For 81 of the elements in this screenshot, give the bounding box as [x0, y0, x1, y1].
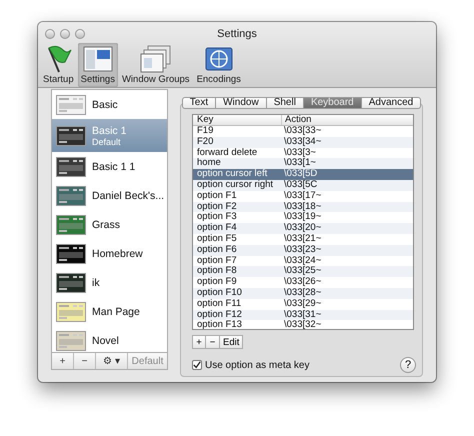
action-cell-text: \033[24~ — [283, 256, 322, 266]
key-cell-text: option F7 — [196, 256, 238, 266]
checkmark-icon — [193, 360, 201, 370]
action-cell-text: \033[19~ — [283, 212, 322, 223]
key-cell-text: option F8 — [196, 266, 238, 277]
key-cell-text: option F2 — [196, 202, 238, 212]
add-button[interactable]: + — [52, 353, 74, 369]
key-cell-text: option F11 — [196, 298, 242, 310]
remove-button[interactable]: − — [74, 353, 96, 369]
default-label: Default — [92, 136, 122, 146]
profile-item[interactable]: Novel — [52, 326, 167, 352]
action-cell-text: \033[18~ — [283, 202, 322, 212]
profile-name: Novel — [92, 334, 119, 346]
key-cell-text: option cursor left — [196, 169, 268, 180]
profile-name: Man Page — [92, 306, 140, 318]
action-cell-text: \033[1~ — [283, 158, 317, 169]
profile-item[interactable]: Daniel Beck's... — [52, 181, 167, 210]
action-cell-text: \033[5C — [283, 180, 318, 191]
profile-item[interactable]: ik — [52, 268, 167, 297]
action-cell-text: \033[21~ — [283, 234, 322, 245]
key-cell-text: forward delete — [196, 148, 258, 158]
remove-button[interactable]: − — [206, 335, 220, 349]
tab[interactable]: Shell — [266, 97, 304, 109]
key-cell-text: option F1 — [196, 190, 238, 202]
action-cell-text: \033[29~ — [283, 298, 322, 310]
profile-name: Grass — [92, 218, 120, 230]
checkbox[interactable] — [192, 360, 202, 370]
key-cell-text: option F4 — [196, 223, 238, 234]
key-cell-text: F20 — [196, 136, 214, 148]
key-cell-text: home — [196, 158, 222, 169]
edit-button[interactable]: Edit — [220, 335, 244, 349]
toolbar-button[interactable]: Encodings — [194, 43, 244, 87]
window-title: Settings — [216, 28, 258, 40]
action-menu-button[interactable]: ⚙ ▾ — [96, 353, 128, 369]
action-cell-text: \033[34~ — [283, 136, 322, 148]
toolbar-button[interactable]: Startup — [40, 43, 77, 87]
toolbar-button[interactable]: Window Groups — [118, 43, 193, 87]
action-cell-text: \033[33~ — [283, 126, 322, 137]
key-cell-text: option F5 — [196, 234, 238, 245]
windows-icon — [140, 44, 172, 74]
key-cell-text: option F9 — [196, 277, 238, 288]
action-cell-text: \033[5D — [283, 169, 318, 180]
action-cell-text: \033[3~ — [283, 148, 317, 158]
profile-name: Daniel Beck's... — [92, 190, 164, 202]
column-header[interactable]: Action — [281, 115, 413, 125]
profile-item[interactable]: Grass — [52, 210, 167, 239]
toolbar-button[interactable]: Settings — [78, 43, 118, 87]
tab[interactable]: Text — [182, 97, 216, 109]
close-button[interactable] — [45, 28, 55, 38]
tab[interactable]: Window — [216, 97, 267, 109]
action-cell-text: \033[26~ — [283, 277, 322, 288]
action-cell-text: \033[25~ — [283, 266, 322, 277]
key-cell-text: option F13 — [196, 320, 243, 329]
profile-name: Basic — [92, 98, 118, 110]
zoom-button[interactable] — [75, 28, 85, 38]
profile-name: Homebrew — [92, 248, 143, 260]
column-header[interactable]: Key — [193, 115, 281, 125]
key-cell-text: option F10 — [196, 288, 243, 299]
minimize-button[interactable] — [60, 28, 70, 38]
action-cell-text: \033[20~ — [283, 223, 322, 234]
window-settings-icon — [82, 44, 113, 74]
checkbox-label: Use option as meta key — [205, 360, 310, 370]
tab[interactable]: Advanced — [362, 97, 422, 109]
profile-item[interactable]: Homebrew — [52, 239, 167, 268]
action-cell-text: \033[32~ — [283, 320, 322, 329]
profile-item[interactable]: Basic 1 1 — [52, 152, 167, 181]
profile-item[interactable]: Man Page — [52, 297, 167, 326]
action-cell-text: \033[17~ — [283, 190, 322, 202]
action-cell-text: \033[31~ — [283, 310, 322, 320]
action-cell-text: \033[23~ — [283, 244, 322, 256]
action-cell-text: \033[28~ — [283, 288, 322, 299]
profile-name: Basic 1 1 — [92, 160, 136, 172]
profile-name: ik — [92, 276, 100, 288]
key-cell-text: option F6 — [196, 244, 238, 256]
profile-item[interactable]: Basic — [52, 90, 167, 119]
key-cell-text: F19 — [196, 126, 214, 137]
profile-name: Basic 1 — [92, 124, 126, 136]
add-button[interactable]: + — [192, 335, 206, 349]
key-cell-text: option cursor right — [196, 180, 274, 191]
key-cell-text: option F3 — [196, 212, 238, 223]
key-cell-text: option F12 — [196, 310, 243, 320]
